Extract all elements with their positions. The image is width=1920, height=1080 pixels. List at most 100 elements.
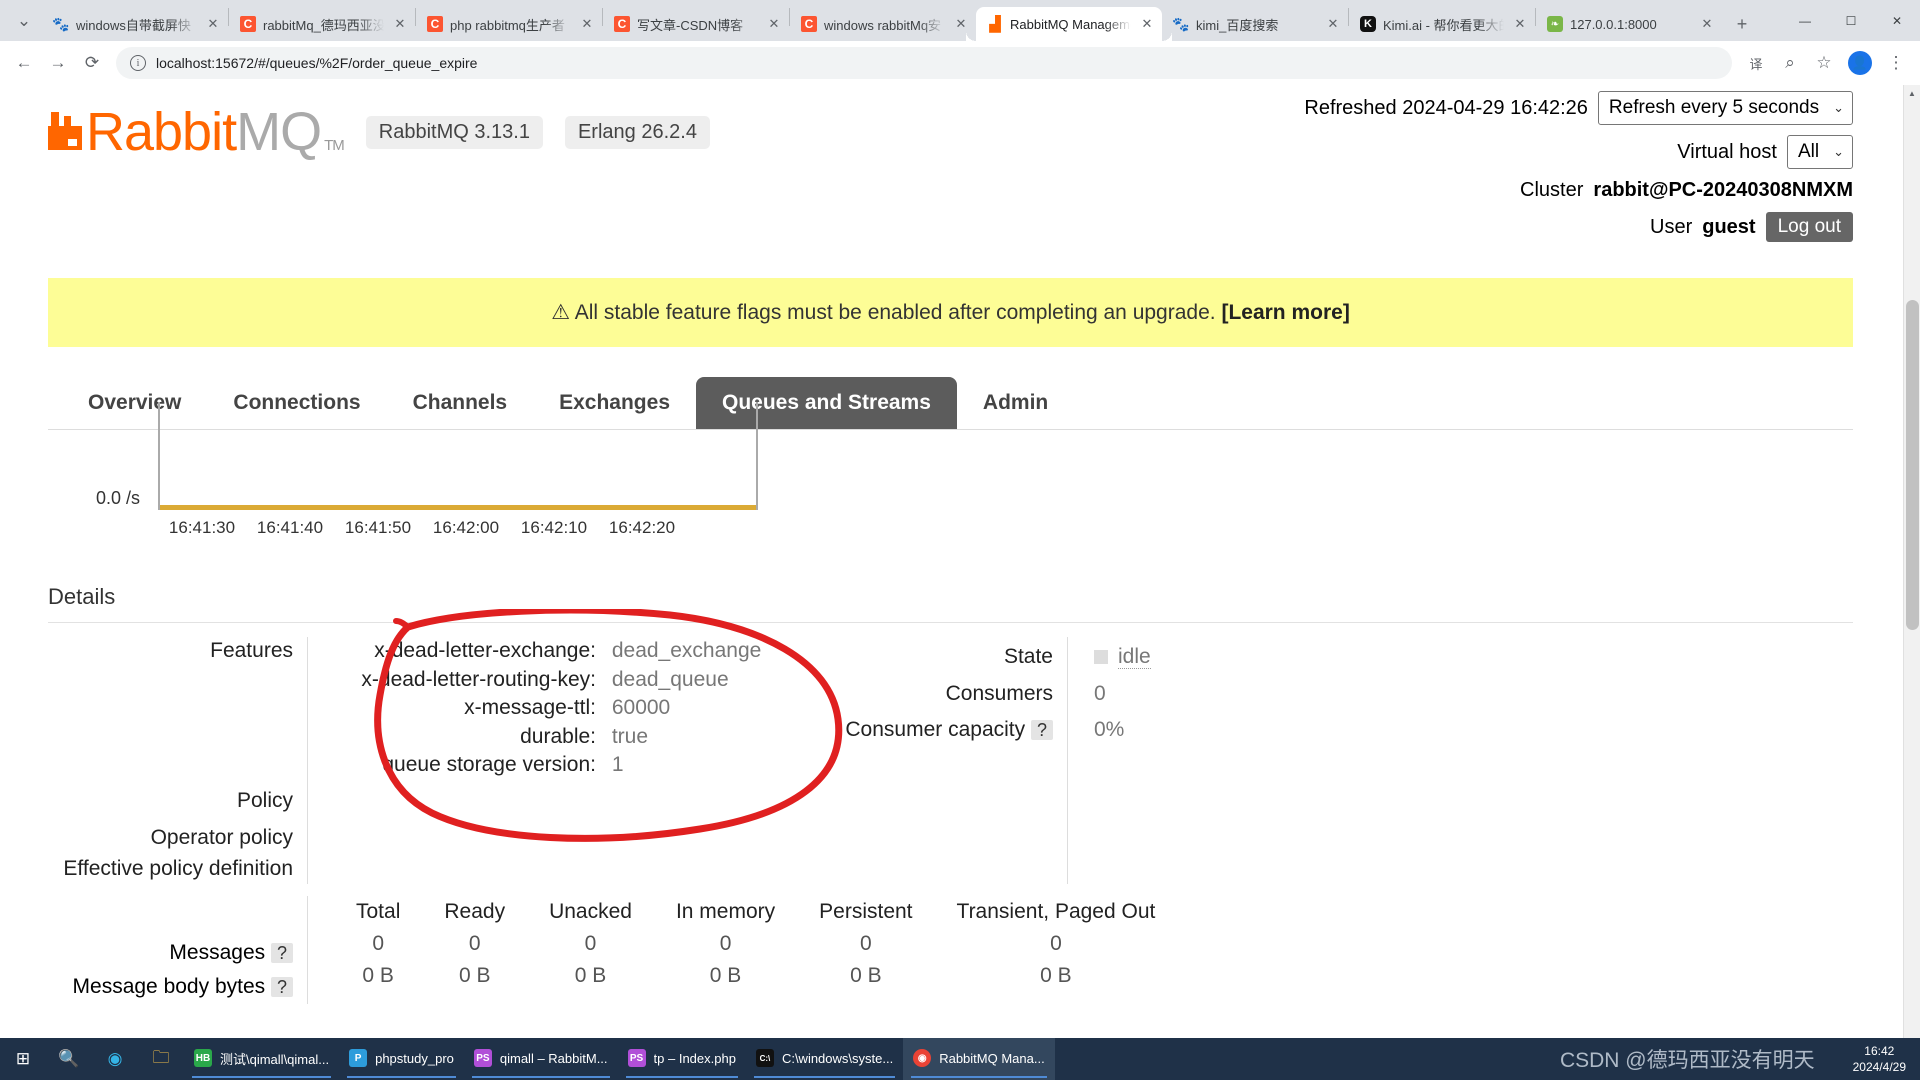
tab-close-icon[interactable]: ✕ <box>765 16 783 32</box>
cell: 0 <box>654 928 797 960</box>
taskbar-app-chrome-rabbitmq[interactable]: ◉ RabbitMQ Mana... <box>903 1038 1055 1080</box>
browser-tab-2[interactable]: C php rabbitmq生产者 ✕ <box>416 7 602 41</box>
forward-icon[interactable]: → <box>42 47 74 79</box>
reload-icon[interactable]: ⟳ <box>76 47 108 79</box>
feature-row: durable: true <box>334 723 761 752</box>
erlang-version-badge: Erlang 26.2.4 <box>565 116 710 149</box>
profile-avatar-icon[interactable]: 👤 <box>1848 51 1872 75</box>
help-icon[interactable]: ? <box>1031 720 1053 740</box>
clock-time: 16:42 <box>1853 1043 1906 1059</box>
window-controls: — ☐ ✕ <box>1782 0 1920 41</box>
chrome-menu-icon[interactable]: ⋮ <box>1880 47 1912 79</box>
vhost-row: Virtual host All ⌄ <box>1304 135 1853 169</box>
explorer-icon[interactable]: 🗀 <box>138 1038 184 1080</box>
vhost-select[interactable]: All ⌄ <box>1787 135 1853 169</box>
translate-icon[interactable]: 译 <box>1740 47 1772 79</box>
tab-search-icon[interactable]: ⌄ <box>8 5 40 37</box>
taskbar-app-label: phpstudy_pro <box>375 1051 454 1066</box>
logout-button[interactable]: Log out <box>1766 212 1853 242</box>
scroll-up-icon[interactable]: ▲ <box>1904 85 1920 102</box>
refresh-interval-value: Refresh every 5 seconds <box>1609 97 1819 119</box>
taskbar-app-phpstorm-qimall[interactable]: PS qimall – RabbitM... <box>464 1038 618 1080</box>
taskbar-clock[interactable]: 16:42 2024/4/29 <box>1853 1043 1906 1075</box>
column-header: Ready <box>422 896 527 928</box>
tab-admin[interactable]: Admin <box>957 377 1074 429</box>
browser-tab-5-active[interactable]: ▟ RabbitMQ Manageme ✕ <box>976 7 1162 41</box>
scrollbar-thumb[interactable] <box>1906 300 1919 630</box>
x-tick: 16:41:50 <box>334 518 422 538</box>
policy-label: Policy <box>48 780 293 822</box>
rabbitmq-logo[interactable]: RabbitMQTM <box>48 101 344 163</box>
messages-row-labels: Messages ? Message body bytes ? <box>48 896 293 1004</box>
browser-tab-6[interactable]: 🐾 kimi_百度搜索 ✕ <box>1162 7 1348 41</box>
tab-close-icon[interactable]: ✕ <box>204 16 222 32</box>
browser-tab-1[interactable]: C rabbitMq_德玛西亚没 ✕ <box>229 7 415 41</box>
tab-title: rabbitMq_德玛西亚没 <box>263 15 384 34</box>
rabbitmq-logo-mark-icon <box>48 112 82 150</box>
start-icon[interactable]: ⊞ <box>0 1038 46 1080</box>
taskbar-app-phpstudy[interactable]: P phpstudy_pro <box>339 1038 464 1080</box>
tab-title: 写文章-CSDN博客 <box>637 15 758 34</box>
new-tab-button[interactable]: + <box>1728 10 1756 38</box>
consumer-capacity-text: Consumer capacity <box>845 718 1025 741</box>
consumer-capacity-label: Consumer capacity ? <box>813 712 1053 748</box>
phpstorm-icon: PS <box>474 1049 492 1067</box>
tab-close-icon[interactable]: ✕ <box>1138 16 1156 32</box>
feature-value: dead_queue <box>612 668 729 691</box>
details-right-labels: State Consumers Consumer capacity ? <box>813 637 1053 884</box>
tab-close-icon[interactable]: ✕ <box>1698 16 1716 32</box>
cell: 0 B <box>654 960 797 992</box>
column-header: Transient, Paged Out <box>935 896 1178 928</box>
edge-icon[interactable]: ◉ <box>92 1038 138 1080</box>
page-scrollbar[interactable]: ▲ ▼ <box>1903 85 1920 1060</box>
maximize-button[interactable]: ☐ <box>1828 0 1874 41</box>
learn-more-link[interactable]: [Learn more] <box>1221 301 1349 324</box>
vhost-label: Virtual host <box>1677 141 1777 164</box>
leaf-icon: ❧ <box>1547 16 1563 32</box>
site-info-icon[interactable]: i <box>130 55 146 71</box>
tab-close-icon[interactable]: ✕ <box>578 16 596 32</box>
vhost-value: All <box>1798 141 1819 163</box>
chart-plot-area <box>158 402 758 510</box>
close-window-button[interactable]: ✕ <box>1874 0 1920 41</box>
operator-policy-label: Operator policy <box>48 822 293 853</box>
help-icon[interactable]: ? <box>271 943 293 963</box>
command-prompt-icon: C:\ <box>756 1049 774 1067</box>
tab-close-icon[interactable]: ✕ <box>1324 16 1342 32</box>
tab-title: kimi_百度搜索 <box>1196 15 1317 34</box>
csdn-watermark: CSDN @德玛西亚没有明天 <box>1560 1044 1815 1074</box>
bookmark-star-icon[interactable]: ☆ <box>1808 47 1840 79</box>
taskbar-app-cmd[interactable]: C:\ C:\windows\syste... <box>746 1038 903 1080</box>
browser-tab-4[interactable]: C windows rabbitMq安 ✕ <box>790 7 976 41</box>
taskbar-app-phpstorm-tp[interactable]: PS tp – Index.php <box>618 1038 746 1080</box>
help-icon[interactable]: ? <box>271 977 293 997</box>
browser-tab-3[interactable]: C 写文章-CSDN博客 ✕ <box>603 7 789 41</box>
zoom-icon[interactable]: ⌕ <box>1774 47 1806 79</box>
message-body-bytes-label-text: Message body bytes <box>73 975 266 998</box>
refresh-interval-select[interactable]: Refresh every 5 seconds ⌄ <box>1598 91 1853 125</box>
chart-y-axis-label: 0.0 /s <box>96 488 140 509</box>
tab-title: Kimi.ai - 帮你看更大的 <box>1383 15 1504 34</box>
taskbar-app-hbuilder[interactable]: HB 测试\qimall\qimal... <box>184 1038 339 1080</box>
browser-tab-7[interactable]: K Kimi.ai - 帮你看更大的 ✕ <box>1349 7 1535 41</box>
address-bar-url: localhost:15672/#/queues/%2F/order_queue… <box>156 55 477 71</box>
tab-close-icon[interactable]: ✕ <box>952 16 970 32</box>
browser-tab-0[interactable]: 🐾 windows自带截屏快 ✕ <box>42 7 228 41</box>
search-icon[interactable]: 🔍 <box>46 1038 92 1080</box>
column-header: Total <box>334 896 422 928</box>
taskbar-app-label: C:\windows\syste... <box>782 1051 893 1066</box>
hbuilder-icon: HB <box>194 1049 212 1067</box>
consumers-value: 0 <box>1094 676 1151 712</box>
x-tick: 16:41:30 <box>158 518 246 538</box>
tab-title: php rabbitmq生产者 <box>450 15 571 34</box>
messages-table: Total Ready Unacked In memory Persistent… <box>334 896 1177 992</box>
logo-text-mq: MQ <box>236 101 321 163</box>
minimize-button[interactable]: — <box>1782 0 1828 41</box>
browser-tab-8[interactable]: ❧ 127.0.0.1:8000 ✕ <box>1536 7 1722 41</box>
tab-close-icon[interactable]: ✕ <box>1511 16 1529 32</box>
address-bar[interactable]: i localhost:15672/#/queues/%2F/order_que… <box>116 47 1732 79</box>
tab-close-icon[interactable]: ✕ <box>391 16 409 32</box>
feature-flags-warning-banner: ⚠ All stable feature flags must be enabl… <box>48 278 1853 347</box>
back-icon[interactable]: ← <box>8 47 40 79</box>
table-header-row: Total Ready Unacked In memory Persistent… <box>334 896 1177 928</box>
